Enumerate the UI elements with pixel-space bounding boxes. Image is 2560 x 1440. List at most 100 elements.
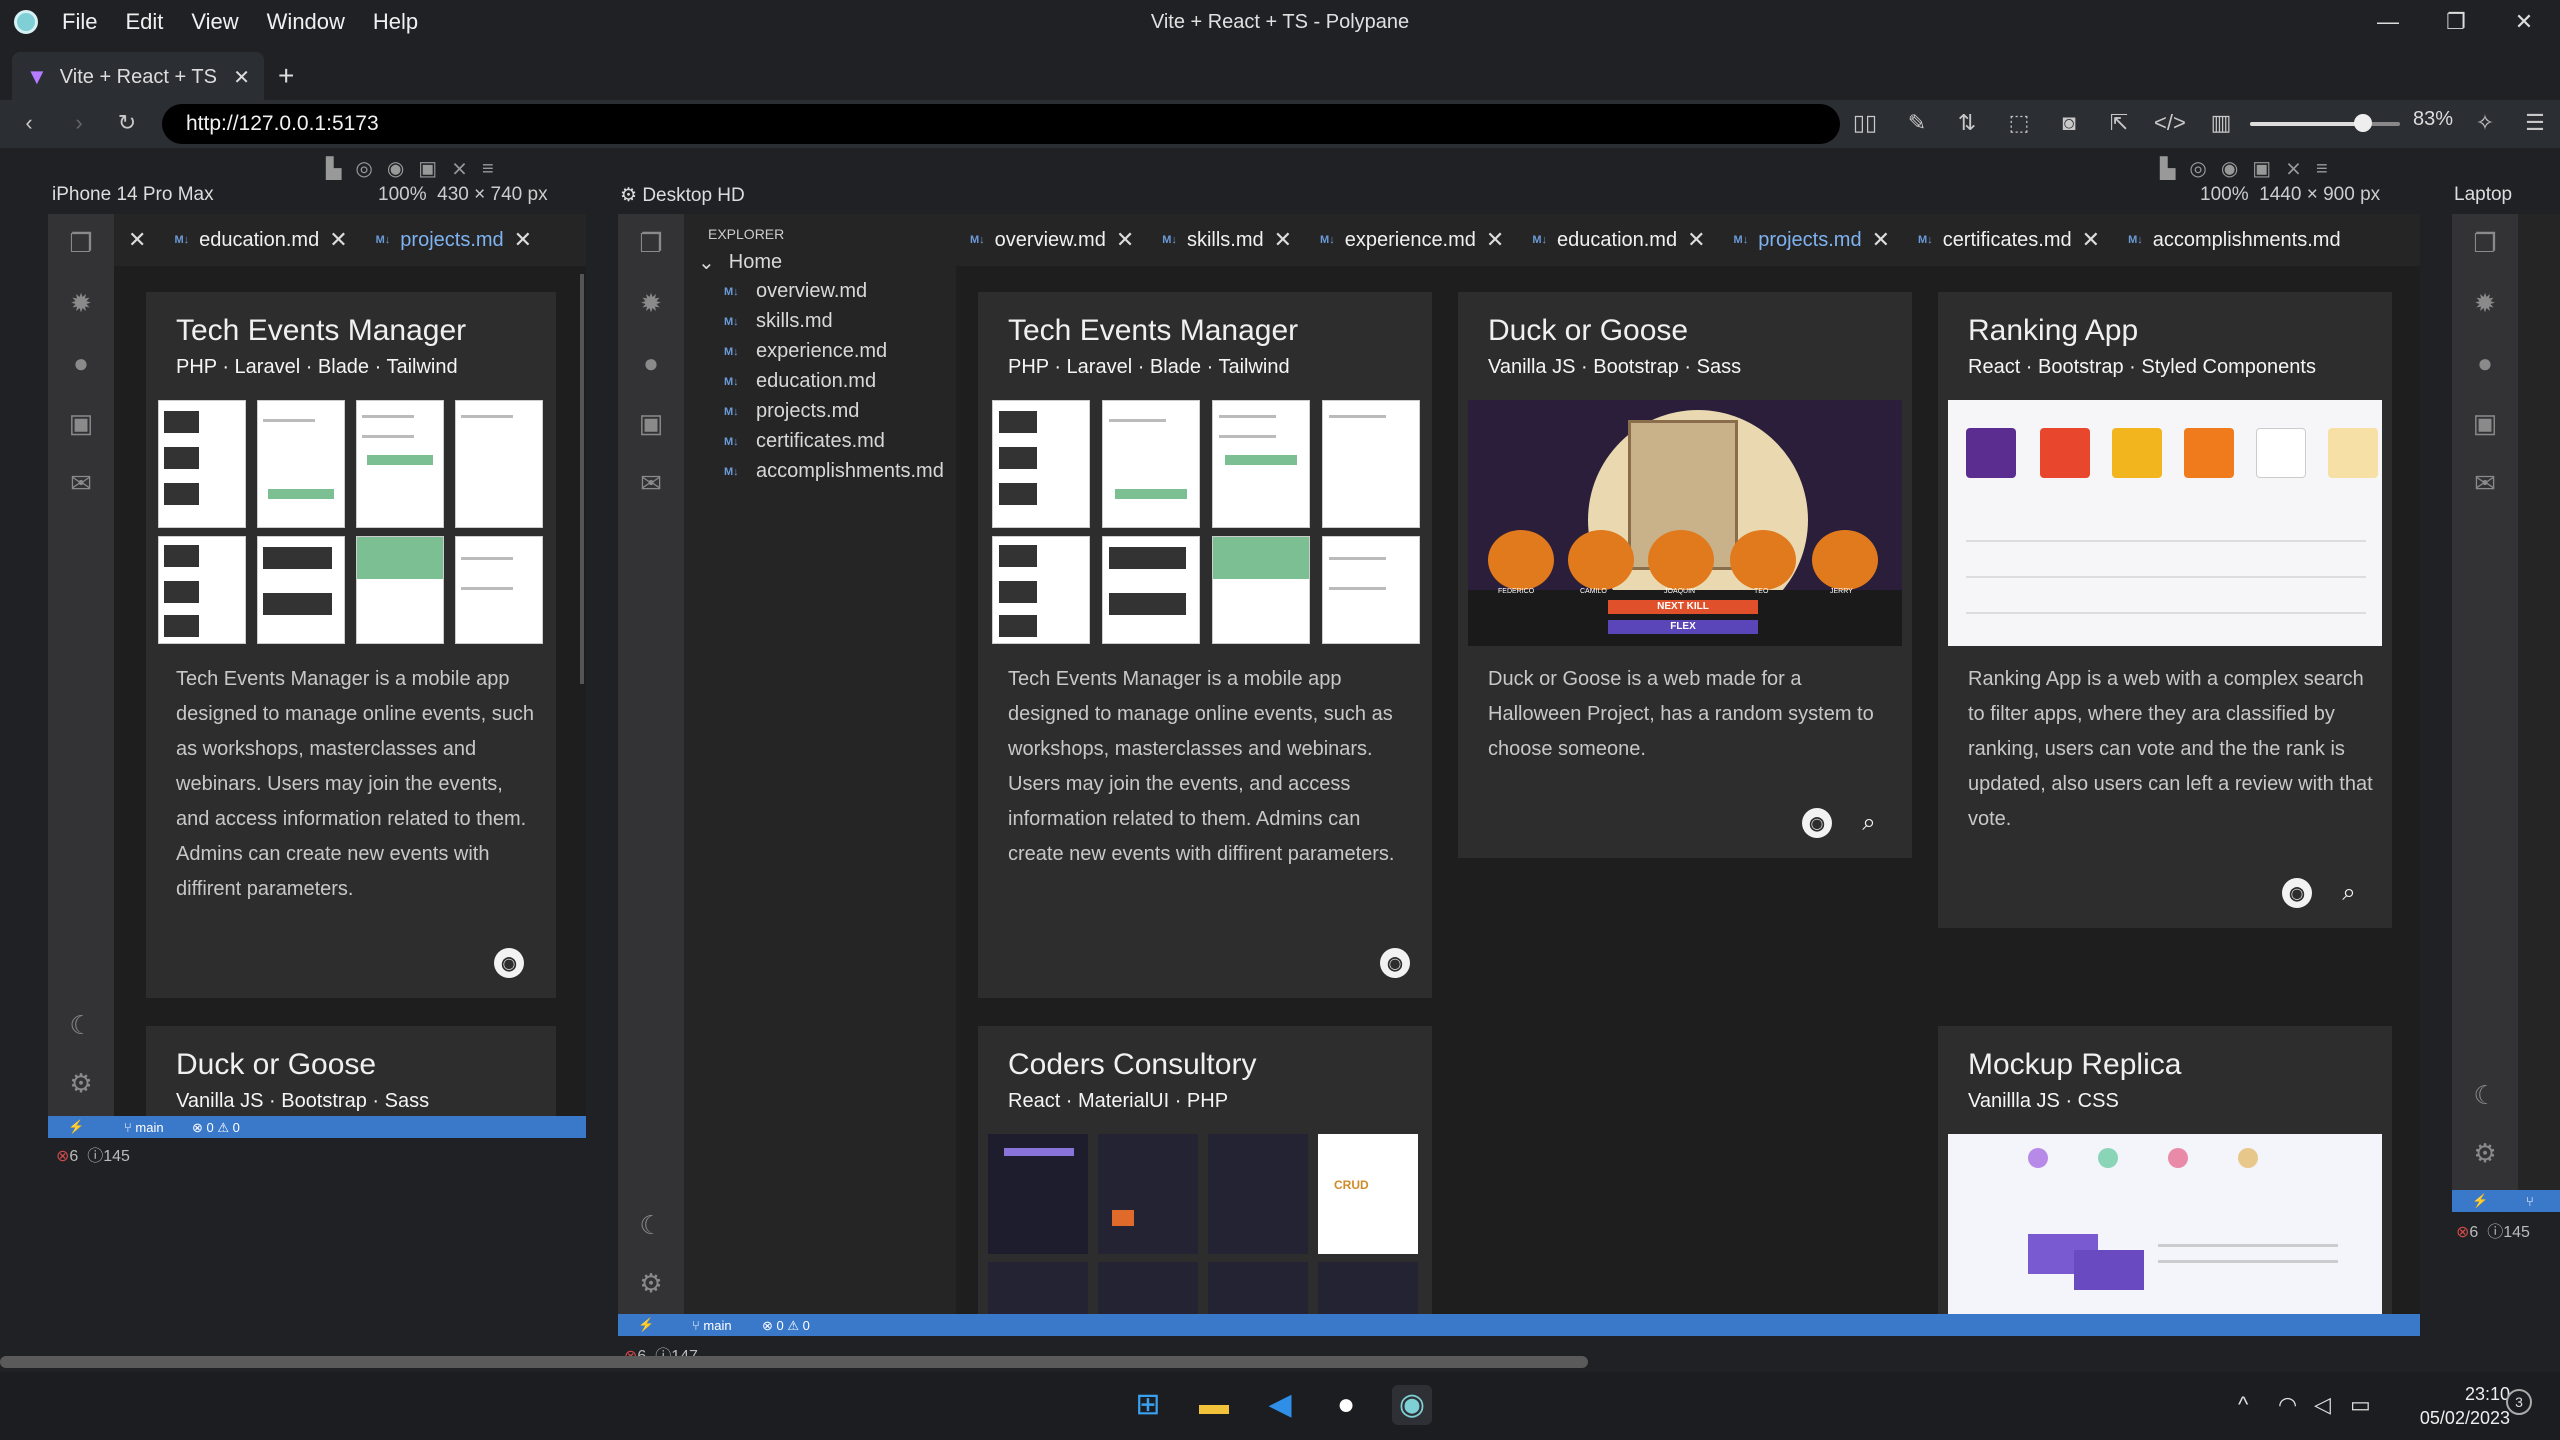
- explorer-file[interactable]: M↓ skills.md: [724, 310, 833, 333]
- linkedin-icon[interactable]: ▣: [2470, 408, 2500, 438]
- settings-sliders-icon[interactable]: ☰: [2520, 108, 2550, 138]
- clock[interactable]: 23:10 05/02/2023: [2400, 1382, 2510, 1430]
- back-icon[interactable]: ‹: [14, 108, 44, 138]
- new-tab-button[interactable]: +: [278, 60, 294, 92]
- theme-moon-icon[interactable]: ☾: [636, 1210, 666, 1240]
- tab-projects[interactable]: M↓ projects.md ✕: [1720, 214, 1904, 266]
- sync-icon[interactable]: ⇅: [1952, 108, 1982, 138]
- github-icon[interactable]: ●: [636, 348, 666, 378]
- theme-moon-icon[interactable]: ☾: [66, 1010, 96, 1040]
- explorer-title: EXPLORER: [708, 226, 785, 242]
- app-leaf-icon[interactable]: ●: [1326, 1385, 1366, 1425]
- zoom-slider-knob[interactable]: [2353, 114, 2372, 132]
- phone-pane-tools[interactable]: ▙◎◉▣⨯≡: [326, 156, 508, 181]
- demo-search-icon[interactable]: ⌕: [2334, 878, 2364, 908]
- github-link-icon[interactable]: ◉: [1802, 808, 1832, 838]
- folder-home[interactable]: ⌄ Home: [698, 250, 782, 275]
- settings-gear-icon[interactable]: ⚙: [66, 1068, 96, 1098]
- github-icon[interactable]: ●: [66, 348, 96, 378]
- forward-icon[interactable]: ›: [64, 108, 94, 138]
- project-screenshot: NEXT KILL FLEX FEDERICO CAMILO JOAQUIN T…: [1468, 400, 1902, 646]
- debug-icon[interactable]: ✹: [636, 288, 666, 318]
- code-icon[interactable]: </>: [2154, 108, 2186, 138]
- layout-icon[interactable]: ▯▯: [1850, 108, 1880, 138]
- settings-gear-icon[interactable]: ⚙: [636, 1268, 666, 1298]
- url-input[interactable]: http://127.0.0.1:5173: [162, 104, 1840, 144]
- debug-icon[interactable]: ✹: [66, 288, 96, 318]
- vite-icon: ▼: [26, 64, 48, 89]
- project-card: Coders Consultory React · MaterialUI · P…: [978, 1026, 1432, 1314]
- branch-label: ⑂ main: [124, 1120, 164, 1135]
- linkedin-icon[interactable]: ▣: [636, 408, 666, 438]
- tab-education[interactable]: M↓ education.md ✕: [1518, 214, 1719, 266]
- explorer-file[interactable]: M↓ experience.md: [724, 340, 887, 363]
- duck-flex: FLEX: [1608, 620, 1758, 634]
- camera-icon[interactable]: ◙: [2054, 108, 2084, 138]
- files-icon[interactable]: ❐: [636, 228, 666, 258]
- tab-projects[interactable]: M↓ projects.md ✕: [362, 214, 546, 266]
- files-icon[interactable]: ❐: [2470, 228, 2500, 258]
- explorer-file[interactable]: M↓ education.md: [724, 370, 876, 393]
- github-icon[interactable]: ●: [2470, 348, 2500, 378]
- phone-console-counts[interactable]: ⊗6 ⓘ145: [56, 1142, 130, 1166]
- mail-icon[interactable]: ✉: [66, 468, 96, 498]
- browser-tab[interactable]: ▼ Vite + React + TS ✕: [12, 52, 264, 102]
- notification-badge[interactable]: 3: [2506, 1389, 2532, 1415]
- linkedin-icon[interactable]: ▣: [66, 408, 96, 438]
- tab-certificates[interactable]: M↓ certificates.md ✕: [1904, 214, 2114, 266]
- tab-education[interactable]: M↓ education.md ✕: [160, 214, 361, 266]
- horizontal-scrollbar[interactable]: [0, 1356, 1588, 1368]
- file-explorer-icon[interactable]: ▬: [1194, 1385, 1234, 1425]
- tab-experience[interactable]: M↓ experience.md ✕: [1306, 214, 1518, 266]
- debug-icon[interactable]: ✹: [2470, 288, 2500, 318]
- explorer-file[interactable]: M↓ accomplishments.md: [724, 460, 944, 483]
- close-window-button[interactable]: ✕: [2504, 8, 2544, 36]
- chevron-down-icon: ⌄: [698, 252, 715, 274]
- project-description: Duck or Goose is a web made for a Hallow…: [1488, 668, 1874, 760]
- extensions-icon[interactable]: ✧: [2470, 108, 2500, 138]
- desktop-editor-tabs: M↓ overview.md ✕ M↓ skills.md ✕ M↓ experience…: [956, 214, 2420, 266]
- tab-overview[interactable]: M↓ overview.md ✕: [956, 214, 1148, 266]
- polypane-taskbar-icon[interactable]: ◉: [1392, 1385, 1432, 1425]
- phone-pane-scale: 100% 430 × 740 px: [378, 184, 548, 205]
- project-description: Ranking App is a web with a complex sear…: [1968, 668, 2373, 830]
- project-tech: Vanilla JS · Bootstrap · Sass: [176, 1090, 430, 1112]
- laptop-console-counts[interactable]: ⊗6 ⓘ145: [2456, 1218, 2530, 1242]
- reload-icon[interactable]: ↻: [112, 108, 142, 138]
- edit-icon[interactable]: ✎: [1902, 108, 1932, 138]
- windows-start-icon[interactable]: ⊞: [1128, 1385, 1168, 1425]
- mail-icon[interactable]: ✉: [636, 468, 666, 498]
- maximize-button[interactable]: ❐: [2436, 8, 2476, 36]
- theme-moon-icon[interactable]: ☾: [2470, 1080, 2500, 1110]
- inspect-icon[interactable]: ⇱: [2104, 108, 2134, 138]
- tab-close-left[interactable]: ✕: [114, 214, 160, 266]
- github-link-icon[interactable]: ◉: [2282, 878, 2312, 908]
- scrollbar[interactable]: [580, 274, 584, 684]
- battery-icon[interactable]: ▭: [2350, 1392, 2371, 1418]
- remote-icon: ⚡: [68, 1119, 85, 1134]
- minimize-button[interactable]: —: [2368, 8, 2408, 36]
- chevron-up-icon[interactable]: ^: [2238, 1392, 2248, 1418]
- settings-gear-icon[interactable]: ⚙: [2470, 1138, 2500, 1168]
- vscode-icon[interactable]: ◀: [1260, 1385, 1300, 1425]
- close-icon: ✕: [2081, 227, 2101, 252]
- github-link-icon[interactable]: ◉: [1380, 948, 1410, 978]
- explorer-file[interactable]: M↓ certificates.md: [724, 430, 885, 453]
- desktop-pane-tools[interactable]: ▙◎◉▣⨯≡: [2160, 156, 2342, 181]
- screenshot-region-icon[interactable]: ⬚: [2004, 108, 2034, 138]
- tab-skills[interactable]: M↓ skills.md ✕: [1148, 214, 1306, 266]
- project-title: Duck or Goose: [1488, 314, 1689, 347]
- close-icon: ✕: [1871, 227, 1891, 252]
- close-tab-icon[interactable]: ✕: [233, 65, 250, 90]
- mail-icon[interactable]: ✉: [2470, 468, 2500, 498]
- github-link-icon[interactable]: ◉: [494, 948, 524, 978]
- volume-icon[interactable]: ◁: [2314, 1392, 2331, 1418]
- tab-accomplishments[interactable]: M↓ accomplishments.md: [2114, 214, 2355, 266]
- wifi-icon[interactable]: ◠: [2278, 1392, 2297, 1418]
- demo-search-icon[interactable]: ⌕: [1854, 808, 1884, 838]
- panel-icon[interactable]: ▥: [2206, 108, 2236, 138]
- explorer-file[interactable]: M↓ overview.md: [724, 280, 867, 303]
- explorer-file[interactable]: M↓ projects.md: [724, 400, 859, 423]
- zoom-slider[interactable]: [2250, 122, 2400, 126]
- files-icon[interactable]: ❐: [66, 228, 96, 258]
